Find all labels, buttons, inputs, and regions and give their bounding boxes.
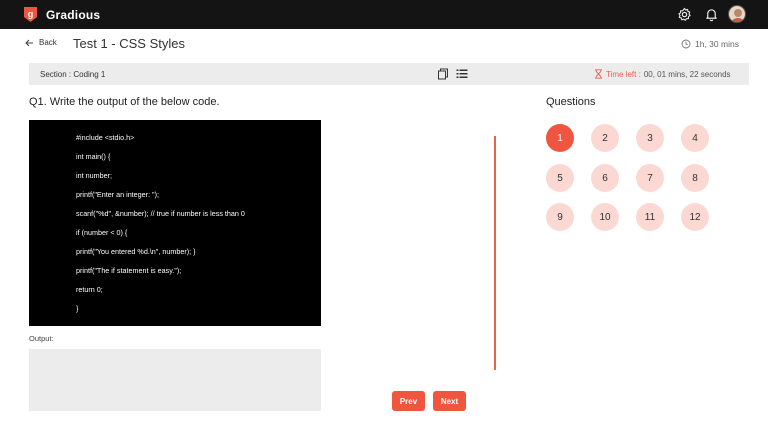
- duration-text: 1h, 30 mins: [695, 39, 739, 49]
- question-number-button[interactable]: 11: [636, 203, 664, 231]
- back-button[interactable]: Back: [25, 38, 57, 47]
- arrow-left-icon: [25, 39, 33, 46]
- question-text: Q1. Write the output of the below code.: [29, 96, 220, 108]
- page-title: Test 1 - CSS Styles: [73, 36, 185, 51]
- question-number-button[interactable]: 7: [636, 164, 664, 192]
- svg-text:g: g: [28, 9, 34, 19]
- code-line: printf("Enter an integer: ");: [76, 190, 160, 199]
- question-number-button[interactable]: 6: [591, 164, 619, 192]
- list-icon[interactable]: [456, 68, 468, 80]
- prev-button[interactable]: Prev: [392, 391, 425, 411]
- brand-name: Gradious: [46, 8, 101, 22]
- time-left: Time left : 00, 01 mins, 22 seconds: [594, 69, 731, 79]
- question-number-button[interactable]: 5: [546, 164, 574, 192]
- code-line: printf("The if statement is easy.");: [76, 266, 182, 275]
- question-number-button[interactable]: 1: [546, 124, 574, 152]
- code-block: #include <stdio.h> int main() { int numb…: [29, 120, 321, 326]
- avatar[interactable]: [728, 5, 746, 23]
- question-number-button[interactable]: 2: [591, 124, 619, 152]
- time-left-label: Time left :: [606, 69, 641, 79]
- time-left-value: 00, 01 mins, 22 seconds: [643, 69, 731, 79]
- section-label: Section : Coding 1: [40, 70, 106, 79]
- code-line: if (number < 0) {: [76, 228, 128, 237]
- code-line: }: [76, 304, 79, 313]
- copy-icon[interactable]: [437, 68, 449, 80]
- clock-icon: [681, 39, 691, 49]
- output-label: Output:: [29, 334, 54, 343]
- test-duration: 1h, 30 mins: [681, 39, 739, 49]
- code-line: int main() {: [76, 152, 111, 161]
- output-input[interactable]: [29, 349, 321, 411]
- code-line: printf("You entered %d.\n", number); }: [76, 247, 196, 256]
- gradious-logo-icon[interactable]: g: [23, 6, 38, 23]
- question-number-button[interactable]: 10: [591, 203, 619, 231]
- question-number-button[interactable]: 12: [681, 203, 709, 231]
- bell-icon[interactable]: [704, 7, 719, 22]
- gear-icon[interactable]: [677, 7, 692, 22]
- questions-title: Questions: [546, 96, 596, 108]
- section-bar: Section : Coding 1 Time left : 00, 01 mi…: [29, 63, 749, 85]
- code-line: return 0;: [76, 285, 103, 294]
- question-number-button[interactable]: 9: [546, 203, 574, 231]
- next-button[interactable]: Next: [433, 391, 466, 411]
- panel-divider: [494, 136, 496, 370]
- top-bar: g Gradious: [0, 0, 768, 29]
- code-line: int number;: [76, 171, 112, 180]
- hourglass-icon: [595, 69, 602, 79]
- question-number-button[interactable]: 4: [681, 124, 709, 152]
- code-line: scanf("%d", &number); // true if number …: [76, 209, 245, 218]
- question-number-button[interactable]: 3: [636, 124, 664, 152]
- code-line: #include <stdio.h>: [76, 133, 135, 142]
- question-number-button[interactable]: 8: [681, 164, 709, 192]
- question-navigator: 1 2 3 4 5 6 7 8 9 10 11 12: [546, 124, 726, 231]
- avatar-person-icon: [731, 9, 745, 22]
- back-label: Back: [39, 38, 57, 47]
